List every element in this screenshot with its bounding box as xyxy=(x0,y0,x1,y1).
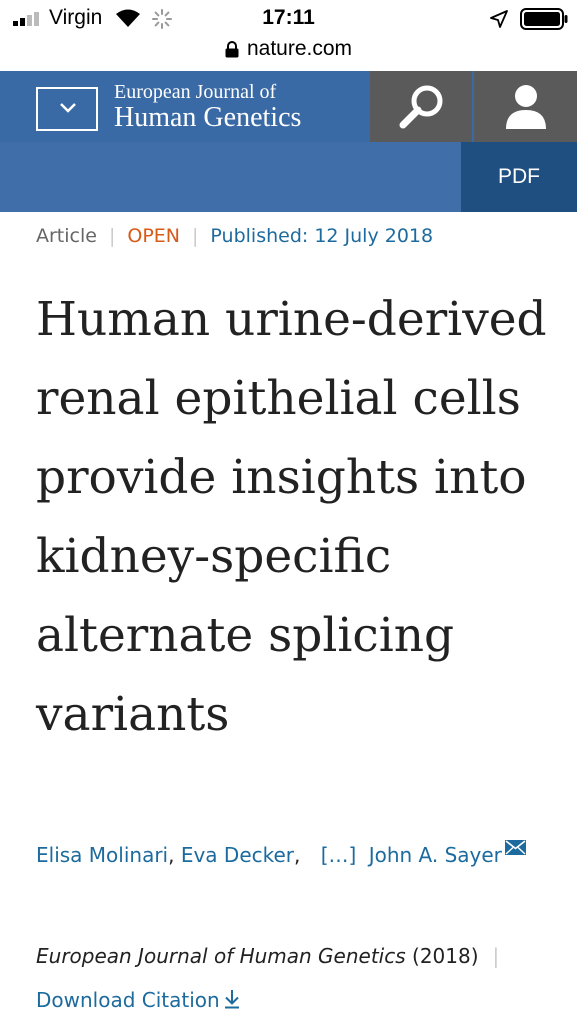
citation-line: European Journal of Human Genetics (2018… xyxy=(36,944,499,968)
article-meta: Article | OPEN | Published: 12 July 2018 xyxy=(36,225,433,247)
show-all-authors-button[interactable]: […] xyxy=(321,843,357,867)
status-bar: Virgin 17:11 xyxy=(0,0,577,36)
open-access-badge: OPEN xyxy=(127,225,180,247)
author-link[interactable]: John A. Sayer xyxy=(369,843,502,867)
lock-icon xyxy=(225,40,239,57)
author-list: Elisa Molinari, Eva Decker, […] John A. … xyxy=(36,834,556,877)
url-bar[interactable]: nature.com xyxy=(0,36,577,70)
chevron-down-icon xyxy=(60,103,76,113)
article-title: Human urine-derived renal epithelial cel… xyxy=(36,292,547,742)
citation-divider: | xyxy=(492,944,500,968)
download-pdf-button[interactable]: PDF xyxy=(461,142,577,212)
journal-logo-line1: European Journal of xyxy=(114,81,277,103)
download-icon xyxy=(224,990,239,1009)
author-link[interactable]: Eva Decker xyxy=(181,843,294,867)
download-citation-label: Download Citation xyxy=(36,988,220,1012)
search-button[interactable] xyxy=(370,71,472,142)
article-type: Article xyxy=(36,225,97,247)
citation-year: (2018) xyxy=(412,944,479,968)
meta-divider: | xyxy=(108,225,116,247)
user-icon xyxy=(506,85,546,129)
citation-journal: European Journal of Human Genetics xyxy=(36,944,406,968)
url-domain: nature.com xyxy=(246,37,353,60)
meta-divider: | xyxy=(192,225,199,247)
journal-logo[interactable]: European Journal of Human Genetics xyxy=(114,82,301,132)
mail-icon[interactable] xyxy=(504,840,526,855)
download-citation-link[interactable]: Download Citation xyxy=(36,988,240,1012)
battery-icon xyxy=(520,8,568,30)
site-header: European Journal of Human Genetics PDF xyxy=(0,71,577,212)
menu-button[interactable] xyxy=(36,87,98,131)
journal-logo-line2: Human Genetics xyxy=(114,102,302,133)
author-separator: , xyxy=(294,843,307,867)
location-arrow-icon xyxy=(490,10,508,28)
author-link[interactable]: Elisa Molinari xyxy=(36,843,168,867)
author-separator: , xyxy=(168,843,181,867)
account-button[interactable] xyxy=(474,71,577,142)
published-date: Published: 12 July 2018 xyxy=(210,225,434,247)
search-icon xyxy=(399,85,443,129)
